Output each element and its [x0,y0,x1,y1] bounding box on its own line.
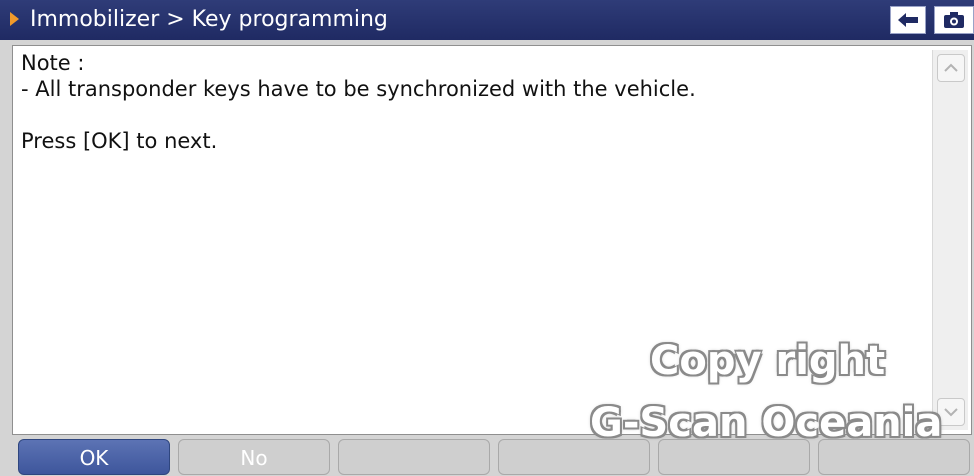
no-button[interactable]: No [178,439,330,475]
function-button-3[interactable] [338,439,490,475]
note-line: - All transponder keys have to be synchr… [21,77,696,101]
message-text: Note : - All transponder keys have to be… [21,50,696,154]
chevron-down-icon [944,408,958,417]
ok-button[interactable]: OK [18,439,170,475]
breadcrumb-arrow-icon [10,12,19,26]
breadcrumb: Immobilizer > Key programming [30,7,388,32]
instruction-line: Press [OK] to next. [21,129,218,153]
capture-button[interactable] [934,6,974,34]
function-button-6[interactable] [818,439,970,475]
title-bar: Immobilizer > Key programming [0,0,974,40]
back-button[interactable] [890,6,926,34]
left-arrow-icon [898,13,918,27]
chevron-up-icon [944,63,958,72]
vertical-scrollbar[interactable] [932,50,968,430]
note-heading: Note : [21,51,85,75]
function-button-4[interactable] [498,439,650,475]
function-button-5[interactable] [658,439,810,475]
watermark-copyright: Copy right [650,338,886,384]
camera-icon [944,12,964,28]
function-button-bar: OK No [0,439,974,475]
scroll-up-button[interactable] [937,54,965,82]
